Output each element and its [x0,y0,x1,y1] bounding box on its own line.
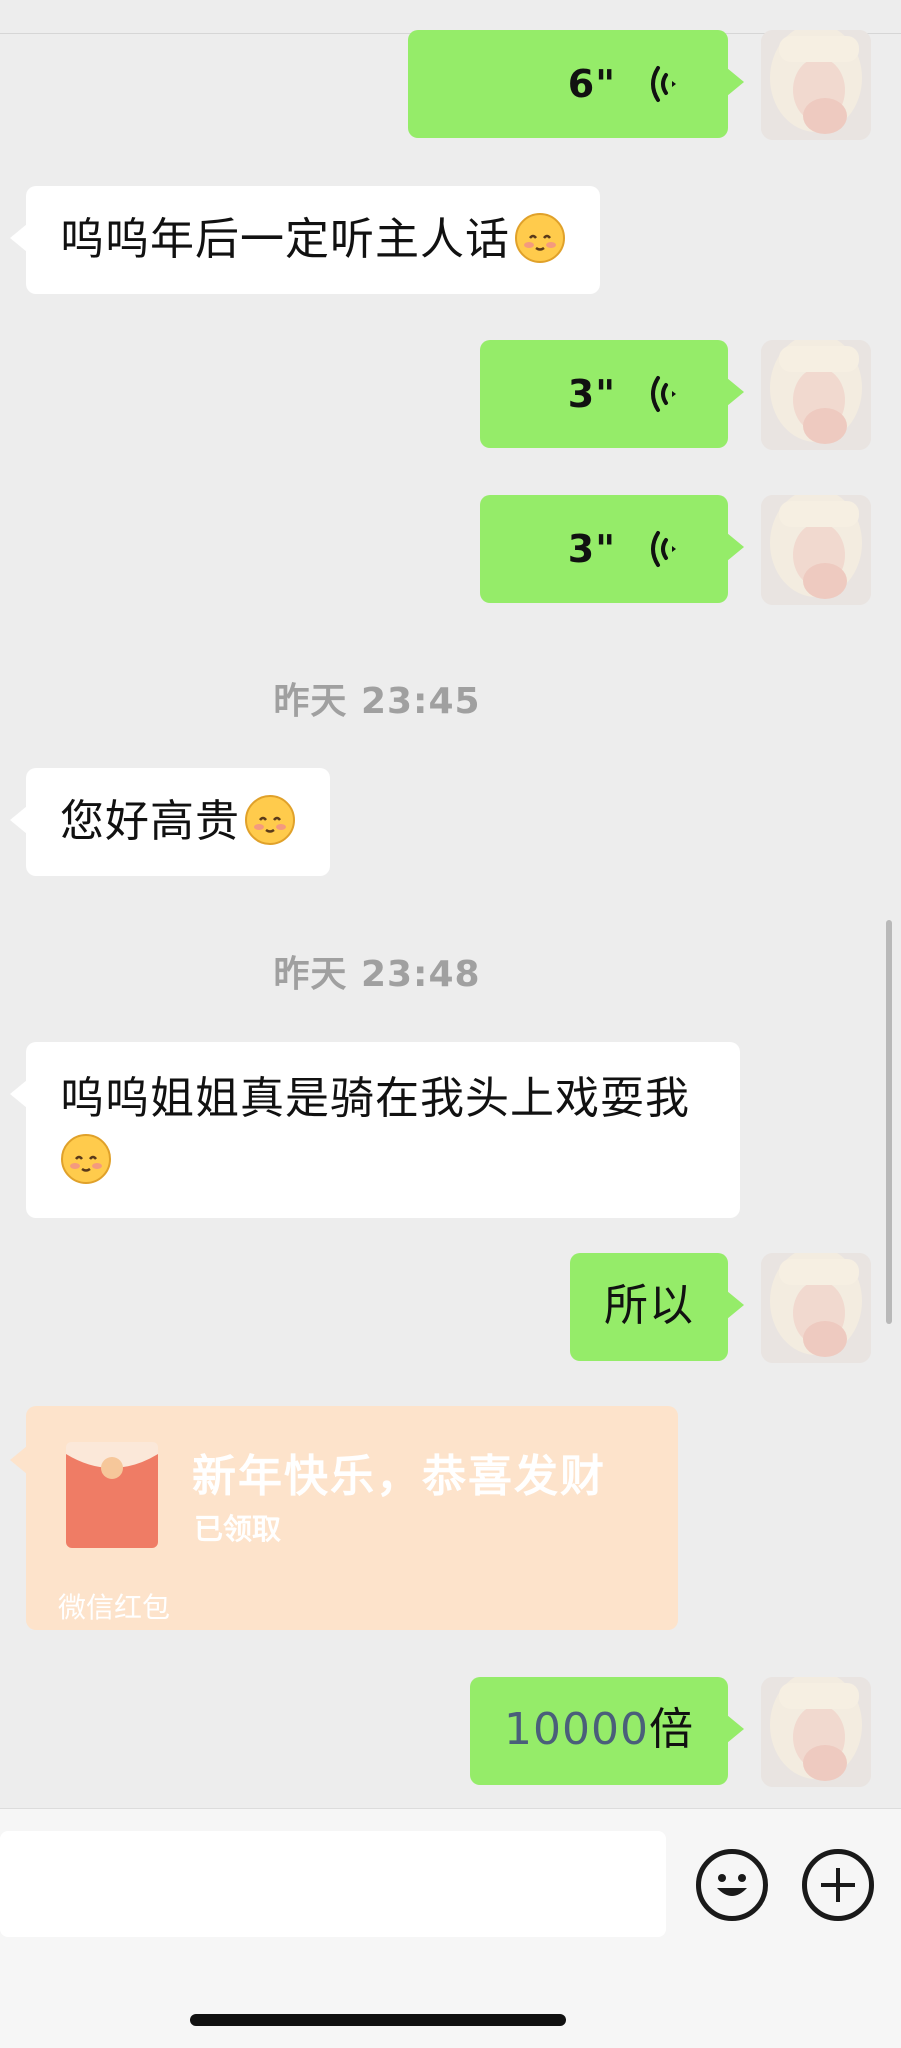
timestamp: 昨天 23:45 [273,681,481,722]
voice-message-bubble[interactable]: 3" [480,495,744,603]
avatar[interactable] [761,1253,871,1363]
message-text: 倍 [649,1704,694,1755]
message-number: 10000 [504,1704,649,1755]
add-button[interactable] [802,1849,874,1921]
avatar[interactable] [761,340,871,450]
avatar[interactable] [761,30,871,140]
red-envelope-icon [66,1442,158,1548]
chat-screen: 6" 呜呜年后一定听主人话 3" 3" 昨天 23:45 您好高贵 昨天 23:… [0,0,901,2048]
pleading-face-emoji [245,795,295,845]
plus-circle-icon [821,1868,855,1902]
voice-duration: 3" [567,527,616,571]
top-bar [0,0,901,34]
avatar[interactable] [761,1677,871,1787]
text-message-bubble[interactable]: 呜呜姐姐真是骑在我头上戏耍我 [10,1042,740,1218]
voice-wave-icon [651,66,676,102]
voice-message-bubble[interactable]: 3" [480,340,744,448]
voice-wave-icon [651,376,676,412]
timestamp: 昨天 23:48 [273,954,481,995]
voice-duration: 6" [567,62,616,106]
scrollbar[interactable] [886,920,892,1324]
voice-message-bubble[interactable]: 6" [408,30,744,138]
voice-duration: 3" [567,372,616,416]
red-packet-brand: 微信红包 [58,1591,171,1624]
message-text: 呜呜年后一定听主人话 [60,214,510,265]
message-text: 您好高贵 [60,796,240,847]
message-input[interactable] [0,1831,666,1937]
avatar[interactable] [761,495,871,605]
red-packet-status: 已领取 [194,1512,282,1546]
text-message-bubble[interactable]: 10000倍 [470,1677,744,1785]
text-message-bubble[interactable]: 呜呜年后一定听主人话 [10,186,600,294]
emoji-button[interactable] [696,1849,768,1921]
home-indicator[interactable] [190,2014,566,2026]
message-text: 所以 [604,1280,694,1331]
red-packet-title: 新年快乐，恭喜发财 [192,1451,606,1502]
smiley-face-icon [717,1874,747,1896]
pleading-face-emoji [61,1134,111,1184]
red-packet-message[interactable]: 新年快乐，恭喜发财 已领取 微信红包 [10,1406,678,1630]
text-message-bubble[interactable]: 您好高贵 [10,768,330,876]
input-bar [0,1808,901,2048]
message-text: 呜呜姐姐真是骑在我头上戏耍我 [60,1073,690,1124]
pleading-face-emoji [515,213,565,263]
text-message-bubble[interactable]: 所以 [570,1253,744,1361]
voice-wave-icon [651,531,676,567]
